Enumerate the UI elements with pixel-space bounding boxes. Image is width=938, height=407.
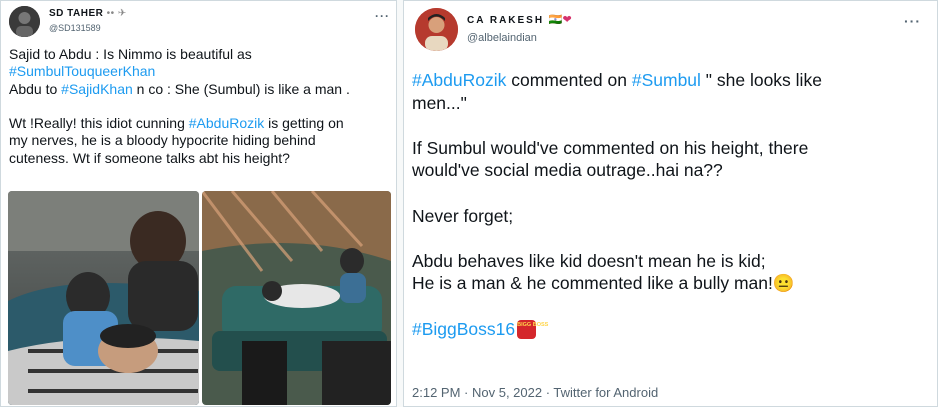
text-line: Sajid to Abdu : Is Nimmo is beautiful as (9, 46, 252, 62)
text-line: Abdu to #SajidKhan n co : She (Sumbul) i… (9, 81, 350, 98)
text-line: my nerves, he is a bloody hypocrite hidi… (9, 132, 316, 149)
biggboss-emoji-icon: BIGG BOSS (517, 320, 548, 340)
text-fragment: Abdu to (9, 80, 62, 97)
display-name-text: CA RAKESH (467, 15, 545, 26)
hashtag-link[interactable]: #AbduRozik (412, 70, 506, 90)
text-line: Never forget; (412, 205, 514, 226)
avatar[interactable] (415, 8, 458, 51)
text-fragment: commented on (506, 70, 632, 90)
hashtag-link[interactable]: #SumbulTouqueerKhan (9, 63, 155, 79)
text-line: cuteness. Wt if someone talks abt his he… (9, 149, 290, 166)
text-fragment: Wt !Really! this idiot cunning (9, 115, 189, 132)
text-fragment: is getting on (264, 115, 344, 132)
tweet-time-link[interactable]: 2:12 PM (412, 385, 460, 400)
text-line: #SumbulTouqueerKhan (9, 63, 350, 80)
text-line: #BiggBoss16 BIGG BOSS (412, 318, 822, 341)
text-line: would've social media outrage..hai na?? (412, 160, 723, 181)
tweet-card-right: CA RAKESH 🇮🇳❤ @albelaindian ··· #AbduRoz… (403, 0, 938, 407)
user-handle[interactable]: @SD131589 (49, 23, 101, 33)
text-line: If Sumbul would've commented on his heig… (412, 137, 809, 158)
hashtag-link[interactable]: #Sumbul (632, 70, 701, 90)
user-handle[interactable]: @albelaindian (467, 32, 537, 44)
display-name[interactable]: CA RAKESH 🇮🇳❤ (467, 13, 572, 26)
tweet-photo-2[interactable] (202, 191, 391, 405)
display-name-text: SD TAHER (49, 8, 104, 19)
hashtag-link[interactable]: #BiggBoss16 (412, 319, 515, 339)
tweet-photo-1[interactable] (8, 191, 199, 405)
name-emoji: •• ✈ (106, 8, 127, 19)
text-line: men..." (412, 92, 467, 113)
more-options-icon[interactable]: ··· (375, 9, 390, 23)
meta-separator: · (542, 385, 554, 400)
name-emoji: 🇮🇳❤ (548, 14, 572, 26)
tweet-date-link[interactable]: Nov 5, 2022 (472, 385, 542, 400)
tweet-text: Sajid to Abdu : Is Nimmo is beautiful as… (9, 46, 350, 167)
hashtag-link[interactable]: #SajidKhan (61, 81, 133, 97)
text-line: Wt !Really! this idiot cunning #AbduRozi… (9, 115, 350, 132)
text-line: Abdu behaves like kid doesn't mean he is… (412, 250, 766, 271)
text-line: #AbduRozik commented on #Sumbul " she lo… (412, 69, 822, 92)
tweet-source-link[interactable]: Twitter for Android (553, 385, 658, 400)
text-fragment: n co : She (Sumbul) is like a man . (132, 80, 350, 97)
display-name[interactable]: SD TAHER •• ✈ (49, 8, 127, 19)
text-fragment: " she looks like (700, 70, 822, 90)
more-options-icon[interactable]: ··· (904, 13, 921, 29)
text-line: He is a man & he commented like a bully … (412, 273, 795, 294)
meta-separator: · (460, 385, 472, 400)
avatar[interactable] (9, 6, 40, 37)
tweet-text: #AbduRozik commented on #Sumbul " she lo… (412, 69, 822, 340)
tweet-card-left: SD TAHER •• ✈ @SD131589 ··· Sajid to Abd… (0, 0, 397, 407)
hashtag-link[interactable]: #AbduRozik (189, 115, 265, 131)
tweet-meta: 2:12 PM · Nov 5, 2022 · Twitter for Andr… (412, 385, 658, 400)
